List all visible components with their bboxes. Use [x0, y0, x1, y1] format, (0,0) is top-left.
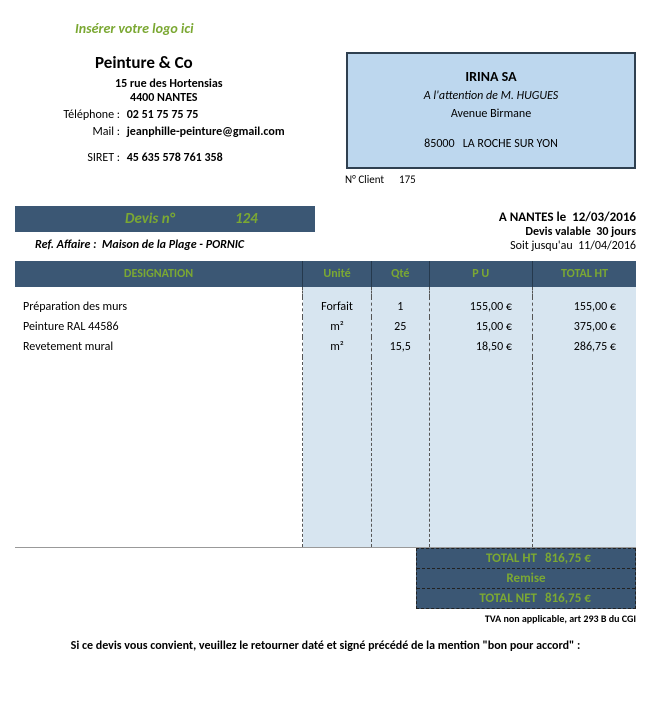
devis-num-label: Devis n°	[125, 210, 175, 228]
col-total: TOTAL HT	[533, 261, 637, 287]
client-postal: 85000	[424, 137, 454, 151]
cell-pu: 155,00 €	[429, 297, 533, 317]
devis-num-value: 124	[235, 210, 258, 228]
cell-qty: 15,5	[372, 337, 430, 357]
table-row: Préparation des mursForfait1155,00 €155,…	[15, 297, 636, 317]
tva-note: TVA non applicable, art 293 B du CGI	[15, 612, 636, 625]
devis-date: 12/03/2016	[572, 210, 636, 225]
cell-unit: m²	[303, 317, 372, 337]
cell-unit: Forfait	[303, 297, 372, 317]
header: Peinture & Co 15 rue des Hortensias 4400…	[15, 52, 636, 169]
table-row: Peinture RAL 44586m²2515,00 €375,00 €	[15, 317, 636, 337]
col-designation: DESIGNATION	[15, 261, 303, 287]
client-name: IRINA SA	[358, 66, 624, 87]
until-value: 11/04/2016	[578, 239, 636, 253]
cell-qty: 25	[372, 317, 430, 337]
client-city: LA ROCHE SUR YON	[463, 137, 558, 151]
cell-desc: Préparation des murs	[15, 297, 303, 317]
logo-placeholder: Insérer votre logo ici	[75, 20, 636, 37]
total-ht-label: TOTAL HT	[427, 551, 545, 566]
valid-label: Devis valable	[525, 225, 590, 239]
valid-value: 30 jours	[596, 225, 636, 239]
phone-label: Téléphone :	[15, 108, 120, 122]
cell-qty: 1	[372, 297, 430, 317]
siret-label: SIRET :	[15, 151, 120, 165]
cell-total: 375,00 €	[533, 317, 637, 337]
client-street: Avenue Birmane	[358, 105, 624, 123]
cell-unit: m²	[303, 337, 372, 357]
cell-total: 286,75 €	[533, 337, 637, 357]
company-address-1: 15 rue des Hortensias	[115, 77, 346, 91]
col-unit: Unité	[303, 261, 372, 287]
place-label: A NANTES le	[499, 210, 566, 225]
ref-label: Ref. Affaire :	[35, 238, 96, 252]
company-name: Peinture & Co	[95, 52, 346, 73]
mail-value: jeanphille-peinture@gmail.com	[127, 125, 285, 139]
devis-number-bar: Devis n° 124	[15, 206, 315, 232]
cell-desc: Revetement mural	[15, 337, 303, 357]
client-no-value: 175	[399, 173, 416, 186]
ref-value: Maison de la Plage - PORNIC	[102, 238, 244, 252]
mail-label: Mail :	[15, 125, 120, 139]
total-net-label: TOTAL NET	[427, 591, 545, 606]
cell-total: 155,00 €	[533, 297, 637, 317]
cell-desc: Peinture RAL 44586	[15, 317, 303, 337]
total-net-value: 816,75 €	[545, 591, 625, 606]
company-block: Peinture & Co 15 rue des Hortensias 4400…	[15, 52, 346, 168]
col-qty: Qté	[372, 261, 430, 287]
client-box: IRINA SA A l'attention de M. HUGUES Aven…	[346, 52, 636, 169]
total-ht-value: 816,75 €	[545, 551, 625, 566]
totals-box: TOTAL HT 816,75 € Remise TOTAL NET 816,7…	[416, 548, 636, 609]
footer-note: Si ce devis vous convient, veuillez le r…	[15, 639, 636, 653]
client-no-label: N° Client	[345, 173, 384, 186]
company-address-2: 4400 NANTES	[130, 91, 346, 105]
phone-value: 02 51 75 75 75	[127, 108, 199, 122]
table-row: Revetement muralm²15,518,50 €286,75 €	[15, 337, 636, 357]
cell-pu: 18,50 €	[429, 337, 533, 357]
items-table: DESIGNATION Unité Qté P U TOTAL HT Prépa…	[15, 261, 636, 548]
until-label: Soit jusqu'au	[510, 239, 573, 253]
col-pu: P U	[429, 261, 533, 287]
client-attention: A l'attention de M. HUGUES	[358, 87, 624, 105]
siret-value: 45 635 578 761 358	[127, 151, 223, 165]
cell-pu: 15,00 €	[429, 317, 533, 337]
remise-label: Remise	[427, 571, 625, 586]
